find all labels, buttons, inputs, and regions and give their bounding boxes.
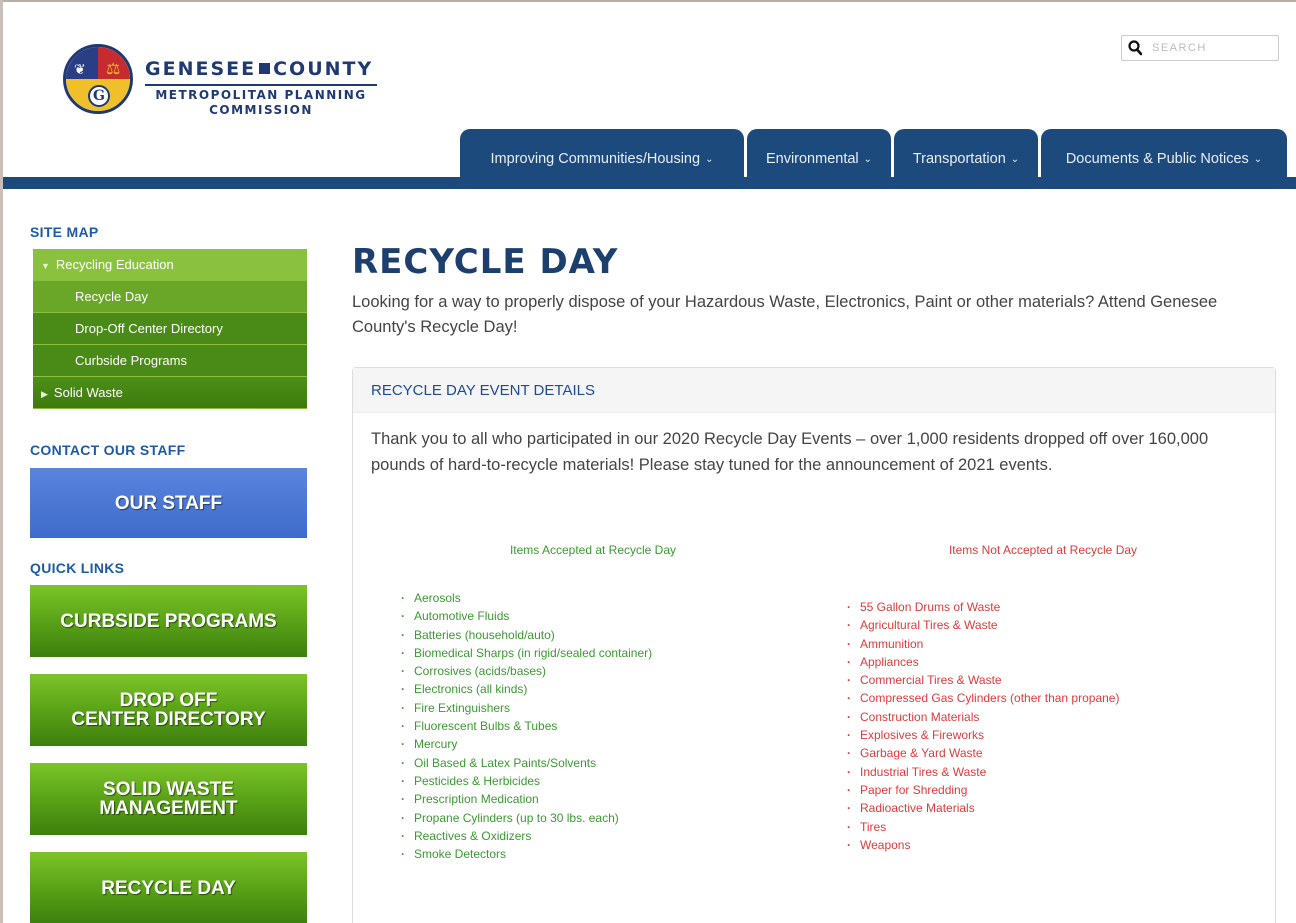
search-box (1121, 35, 1279, 61)
search-icon[interactable] (1128, 40, 1142, 56)
panel-header: RECYCLE DAY EVENT DETAILS (353, 368, 1275, 413)
list-item: Oil Based & Latex Paints/Solvents (401, 754, 652, 772)
accepted-heading: Items Accepted at Recycle Day (509, 543, 677, 557)
list-item: Propane Cylinders (up to 30 lbs. each) (401, 809, 652, 827)
list-item: Biomedical Sharps (in rigid/sealed conta… (401, 644, 652, 662)
chevron-down-icon: ⌄ (1010, 153, 1020, 165)
list-item: Paper for Shredding (847, 781, 1119, 799)
solid-waste-button[interactable]: SOLID WASTE MANAGEMENT (30, 763, 307, 835)
sitemap-item-drop-off-directory[interactable]: Drop-Off Center Directory (33, 313, 307, 345)
scales-icon: ⚖ (106, 61, 121, 78)
county-seal-icon: ❦ ⚖ G (63, 44, 133, 114)
list-item: Reactives & Oxidizers (401, 827, 652, 845)
panel-text: Thank you to all who participated in our… (371, 430, 1209, 474)
site-header: ❦ ⚖ G GENESEE COUNTY METROPOLITAN PLANNIN… (3, 2, 1296, 179)
logo-rule (145, 84, 377, 86)
list-item: Appliances (847, 653, 1119, 671)
page-title: RECYCLE DAY (352, 242, 619, 282)
sitemap-item-solid-waste[interactable]: ▶ Solid Waste (33, 377, 307, 409)
not-accepted-list: 55 Gallon Drums of WasteAgricultural Tir… (847, 598, 1119, 854)
quick-links-heading: QUICK LINKS (30, 560, 125, 576)
main-nav: Improving Communities/Housing ⌄ Environme… (460, 129, 1287, 179)
site-map: ▼ Recycling Education Recycle Day Drop-Of… (33, 249, 307, 409)
nav-tab-documents[interactable]: Documents & Public Notices ⌄ (1041, 129, 1287, 179)
chevron-down-icon: ⌄ (1253, 153, 1263, 165)
nav-tab-transportation[interactable]: Transportation ⌄ (894, 129, 1038, 179)
chevron-down-icon: ⌄ (863, 153, 873, 165)
list-item: Electronics (all kinds) (401, 680, 652, 698)
seal-letter: G (88, 85, 110, 107)
sitemap-item-curbside-programs[interactable]: Curbside Programs (33, 345, 307, 377)
list-item: Explosives & Fireworks (847, 726, 1119, 744)
nav-underline (3, 177, 1296, 189)
list-item: Garbage & Yard Waste (847, 744, 1119, 762)
list-item: Automotive Fluids (401, 607, 652, 625)
list-item: Batteries (household/auto) (401, 626, 652, 644)
intro-text: Looking for a way to properly dispose of… (352, 293, 1218, 336)
not-accepted-heading: Items Not Accepted at Recycle Day (948, 543, 1138, 557)
list-item: Pesticides & Herbicides (401, 772, 652, 790)
logo-title: GENESEE COUNTY (145, 58, 374, 80)
dove-icon: ❦ (74, 61, 86, 77)
event-details-panel: RECYCLE DAY EVENT DETAILS Thank you to a… (352, 367, 1276, 923)
list-item: Weapons (847, 836, 1119, 854)
search-input[interactable] (1152, 40, 1272, 56)
list-item: Mercury (401, 735, 652, 753)
list-item: Radioactive Materials (847, 799, 1119, 817)
chevron-down-icon: ⌄ (705, 153, 714, 165)
list-item: Prescription Medication (401, 790, 652, 808)
our-staff-button[interactable]: OUR STAFF (30, 468, 307, 538)
logo-subtitle-2: COMMISSION (209, 103, 313, 117)
list-item: Industrial Tires & Waste (847, 763, 1119, 781)
list-item: Compressed Gas Cylinders (other than pro… (847, 689, 1119, 707)
nav-tab-environmental[interactable]: Environmental ⌄ (747, 129, 891, 179)
list-item: Construction Materials (847, 708, 1119, 726)
nav-tab-improving-communities[interactable]: Improving Communities/Housing ⌄ (460, 129, 744, 179)
list-item: Fire Extinguishers (401, 699, 652, 717)
list-item: Aerosols (401, 589, 652, 607)
drop-off-directory-button[interactable]: DROP OFF CENTER DIRECTORY (30, 674, 307, 746)
recycle-day-button[interactable]: RECYCLE DAY (30, 852, 307, 923)
triangle-right-icon: ▶ (41, 389, 48, 399)
site-map-heading: SITE MAP (30, 224, 99, 240)
contact-heading: CONTACT OUR STAFF (30, 442, 186, 458)
accepted-list: AerosolsAutomotive FluidsBatteries (hous… (401, 589, 652, 863)
list-item: Fluorescent Bulbs & Tubes (401, 717, 652, 735)
list-item: Ammunition (847, 635, 1119, 653)
triangle-down-icon: ▼ (41, 261, 50, 271)
list-item: Agricultural Tires & Waste (847, 616, 1119, 634)
list-item: Corrosives (acids/bases) (401, 662, 652, 680)
curbside-programs-button[interactable]: CURBSIDE PROGRAMS (30, 585, 307, 657)
list-item: 55 Gallon Drums of Waste (847, 598, 1119, 616)
list-item: Commercial Tires & Waste (847, 671, 1119, 689)
logo-subtitle-1: METROPOLITAN PLANNING (155, 88, 367, 102)
site-logo[interactable]: ❦ ⚖ G GENESEE COUNTY METROPOLITAN PLANNIN… (63, 44, 393, 124)
sitemap-item-recycle-day[interactable]: Recycle Day (33, 281, 307, 313)
sitemap-item-recycling-education[interactable]: ▼ Recycling Education (33, 249, 307, 281)
panel-heading: RECYCLE DAY EVENT DETAILS (371, 382, 595, 399)
list-item: Tires (847, 818, 1119, 836)
list-item: Smoke Detectors (401, 845, 652, 863)
